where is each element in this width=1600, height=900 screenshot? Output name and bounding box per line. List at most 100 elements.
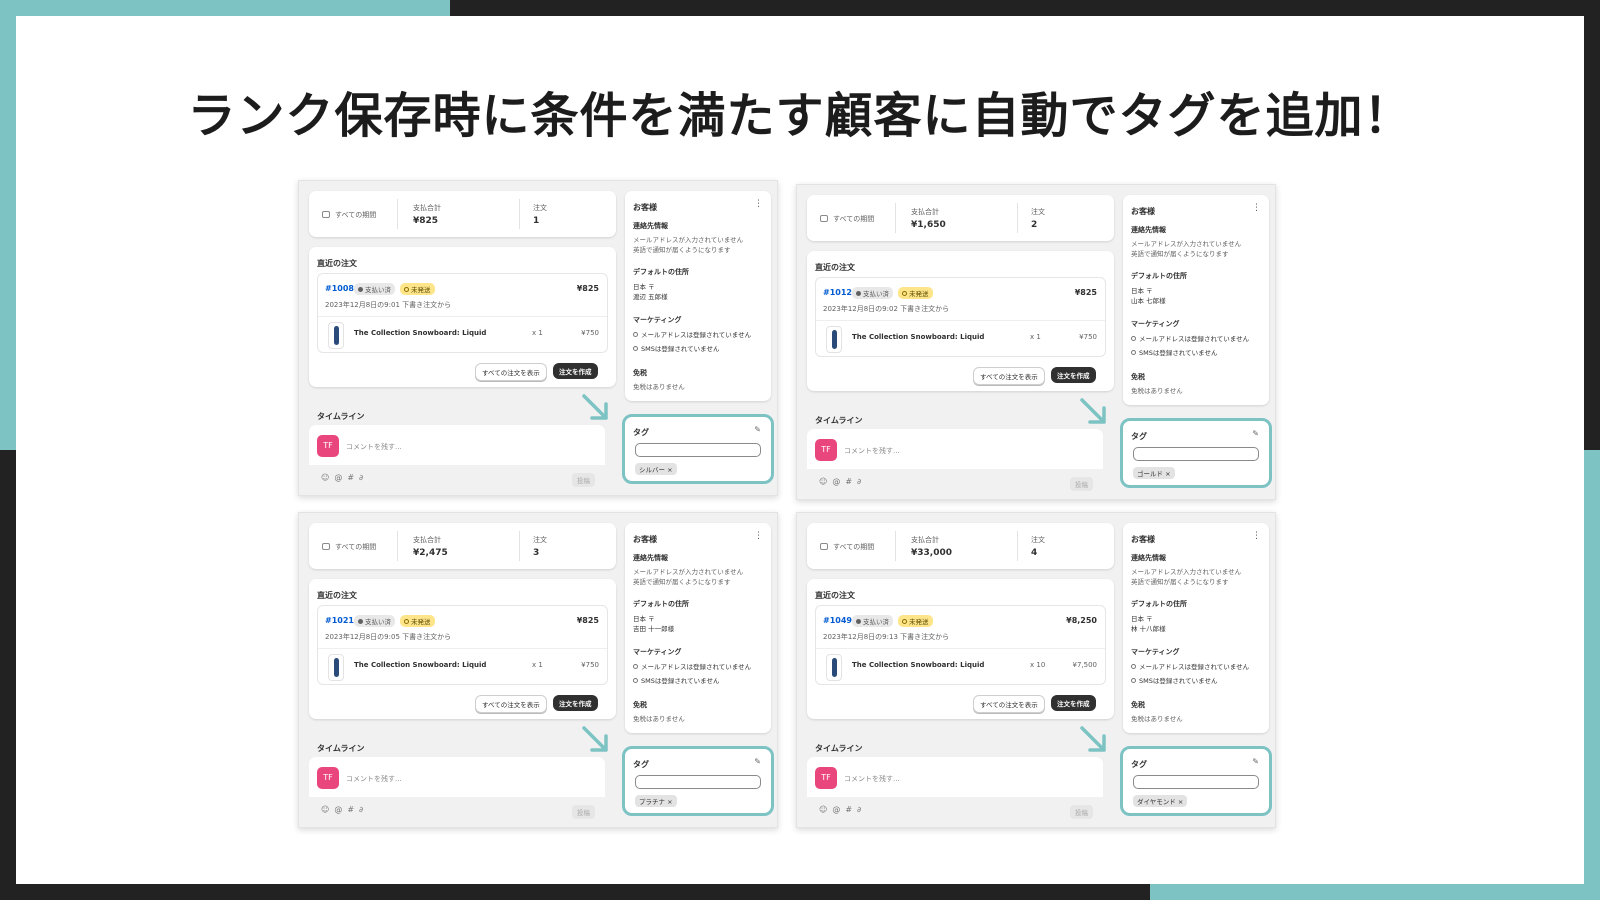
mention-icon[interactable]: @	[334, 473, 347, 482]
order-number-link[interactable]: #1021	[325, 616, 354, 625]
more-icon[interactable]: ⋮	[754, 199, 763, 209]
orders-stat: 注文 1	[533, 204, 547, 226]
contact-heading: 連絡先情報	[1131, 554, 1166, 562]
post-button[interactable]: 投稿	[572, 473, 595, 487]
pencil-icon[interactable]: ✎	[1252, 429, 1259, 438]
tag-input[interactable]	[1133, 447, 1259, 461]
create-order-button[interactable]: 注文を作成	[1051, 367, 1096, 383]
address-country: 日本 〒	[633, 615, 655, 623]
post-button[interactable]: 投稿	[1070, 477, 1093, 491]
calendar-icon	[820, 543, 828, 550]
hashtag-icon[interactable]: #	[845, 477, 857, 486]
order-item[interactable]: #1012 支払い済 未発送 ¥825 2023年12月8日の9:02 下書き注…	[815, 277, 1106, 357]
view-all-orders-button[interactable]: すべての注文を表示	[973, 695, 1045, 713]
pencil-icon[interactable]: ✎	[754, 425, 761, 434]
attachment-icon[interactable]: ∂	[857, 477, 866, 486]
period-selector[interactable]: すべての期間	[322, 210, 376, 220]
emoji-icon[interactable]: ☺	[321, 805, 334, 814]
attachment-icon[interactable]: ∂	[359, 805, 368, 814]
product-quantity: x 10	[1030, 661, 1046, 669]
line-price: ¥750	[581, 329, 599, 337]
tag-input[interactable]	[635, 443, 761, 457]
tags-card: タグ ✎ ダイヤモンド ×	[1120, 746, 1272, 816]
contact-heading: 連絡先情報	[633, 554, 668, 562]
mention-icon[interactable]: @	[832, 477, 845, 486]
create-order-button[interactable]: 注文を作成	[553, 695, 598, 711]
create-order-button[interactable]: 注文を作成	[1051, 695, 1096, 711]
tax-status: 免税はありません	[633, 383, 685, 391]
unfulfilled-badge: 未発送	[400, 615, 435, 627]
mention-icon[interactable]: @	[832, 805, 845, 814]
post-button[interactable]: 投稿	[1070, 805, 1093, 819]
period-selector[interactable]: すべての期間	[820, 214, 874, 224]
order-item[interactable]: #1021 支払い済 未発送 ¥825 2023年12月8日の9:05 下書き注…	[317, 605, 608, 685]
comment-input[interactable]: コメントを残す...	[346, 774, 402, 784]
tag-input[interactable]	[1133, 775, 1259, 789]
tag-chip[interactable]: シルバー ×	[635, 463, 677, 475]
address-country: 日本 〒	[1131, 615, 1153, 623]
hashtag-icon[interactable]: #	[347, 805, 359, 814]
customer-screenshot: すべての期間 支払合計 ¥825 注文 1 直近の注文 #1008 支払い済 未発送…	[298, 180, 778, 496]
orders-stat: 注文 3	[533, 536, 547, 558]
order-item[interactable]: #1008 支払い済 未発送 ¥825 2023年12月8日の9:01 下書き注…	[317, 273, 608, 353]
calendar-icon	[820, 215, 828, 222]
create-order-button[interactable]: 注文を作成	[553, 363, 598, 379]
order-number-link[interactable]: #1012	[823, 288, 852, 297]
pencil-icon[interactable]: ✎	[1252, 757, 1259, 766]
more-icon[interactable]: ⋮	[1252, 203, 1261, 213]
view-all-orders-button[interactable]: すべての注文を表示	[475, 363, 547, 381]
avatar: TF	[815, 439, 837, 461]
customer-heading: お客様	[1131, 535, 1155, 544]
comment-input[interactable]: コメントを残す...	[346, 442, 402, 452]
tag-chip[interactable]: プラチナ ×	[635, 795, 677, 807]
more-icon[interactable]: ⋮	[754, 531, 763, 541]
spend-stat: 支払合計 ¥825	[413, 204, 441, 226]
mention-icon[interactable]: @	[334, 805, 347, 814]
unfulfilled-badge: 未発送	[898, 287, 933, 299]
comment-input[interactable]: コメントを残す...	[844, 774, 900, 784]
hashtag-icon[interactable]: #	[347, 473, 359, 482]
emoji-icon[interactable]: ☺	[321, 473, 334, 482]
sms-marketing-status: SMSは登録されていません	[633, 344, 719, 354]
avatar: TF	[815, 767, 837, 789]
spend-value: ¥2,475	[413, 548, 448, 558]
view-all-orders-button[interactable]: すべての注文を表示	[475, 695, 547, 713]
product-name: The Collection Snowboard: Liquid	[852, 333, 985, 341]
spend-value: ¥33,000	[911, 548, 952, 558]
tax-heading: 免税	[633, 701, 647, 709]
emoji-icon[interactable]: ☺	[819, 805, 832, 814]
order-number-link[interactable]: #1049	[823, 616, 852, 625]
timeline-heading: タイムライン	[815, 744, 863, 753]
customer-name: 山本 七郎様	[1131, 297, 1166, 305]
tag-input[interactable]	[635, 775, 761, 789]
order-date: 2023年12月8日の9:01 下書き注文から	[325, 301, 452, 309]
marketing-heading: マーケティング	[1131, 648, 1180, 656]
address-heading: デフォルトの住所	[633, 268, 689, 276]
comment-input[interactable]: コメントを残す...	[844, 446, 900, 456]
view-all-orders-button[interactable]: すべての注文を表示	[973, 367, 1045, 385]
emoji-icon[interactable]: ☺	[819, 477, 832, 486]
recent-orders-heading: 直近の注文	[317, 259, 357, 268]
stats-card: すべての期間 支払合計 ¥2,475 注文 3	[309, 523, 616, 569]
english-notice-text: 英語で通知が届くようになります	[1131, 250, 1229, 258]
order-date: 2023年12月8日の9:05 下書き注文から	[325, 633, 452, 641]
period-selector[interactable]: すべての期間	[820, 542, 874, 552]
tag-chip[interactable]: ダイヤモンド ×	[1133, 795, 1188, 807]
more-icon[interactable]: ⋮	[1252, 531, 1261, 541]
product-name: The Collection Snowboard: Liquid	[354, 661, 487, 669]
orders-stat: 注文 4	[1031, 536, 1045, 558]
post-button[interactable]: 投稿	[572, 805, 595, 819]
hashtag-icon[interactable]: #	[845, 805, 857, 814]
customer-card: お客様 ⋮ 連絡先情報 メールアドレスが入力されていません 英語で通知が届くよう…	[625, 523, 771, 733]
pencil-icon[interactable]: ✎	[754, 757, 761, 766]
attachment-icon[interactable]: ∂	[857, 805, 866, 814]
contact-heading: 連絡先情報	[633, 222, 668, 230]
period-selector[interactable]: すべての期間	[322, 542, 376, 552]
order-item[interactable]: #1049 支払い済 未発送 ¥8,250 2023年12月8日の9:13 下書…	[815, 605, 1106, 685]
tag-chip[interactable]: ゴールド ×	[1133, 467, 1175, 479]
email-marketing-status: メールアドレスは登録されていません	[1131, 662, 1249, 672]
stats-card: すべての期間 支払合計 ¥1,650 注文 2	[807, 195, 1114, 241]
calendar-icon	[322, 543, 330, 550]
order-number-link[interactable]: #1008	[325, 284, 354, 293]
attachment-icon[interactable]: ∂	[359, 473, 368, 482]
